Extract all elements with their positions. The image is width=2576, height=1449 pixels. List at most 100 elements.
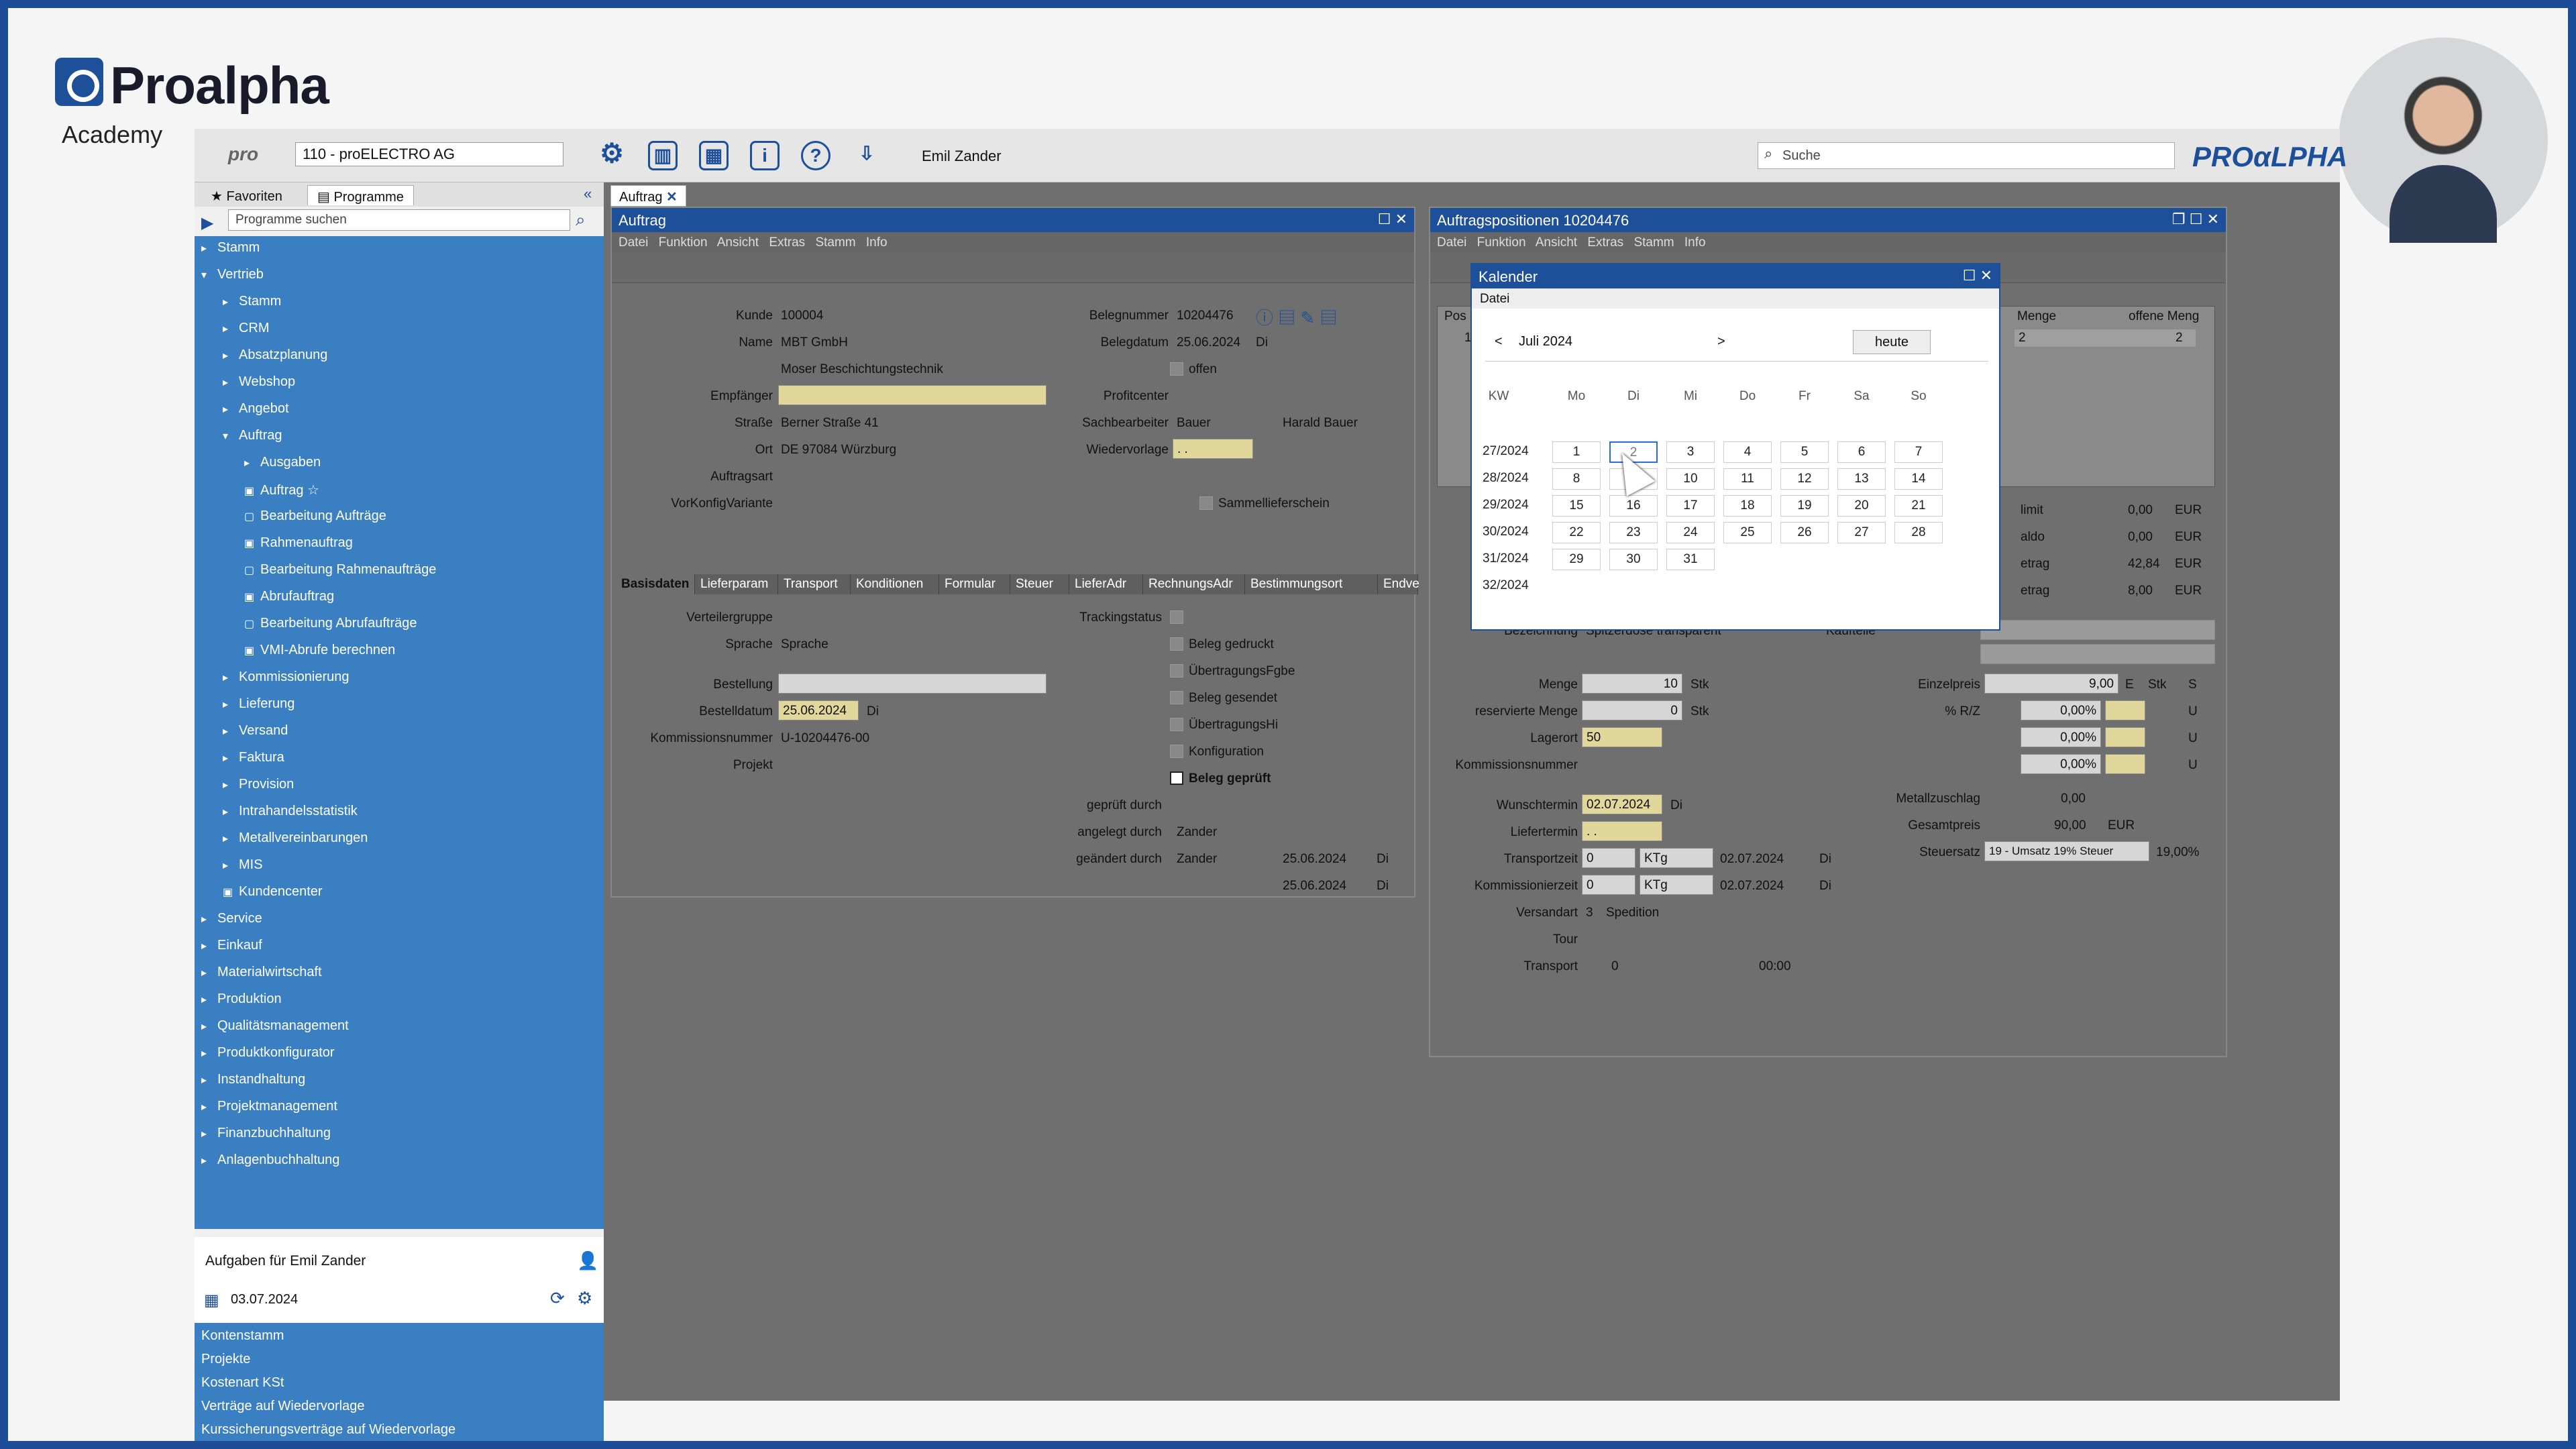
subtab-formular[interactable]: Formular <box>939 574 1010 594</box>
rz-extra-3[interactable] <box>2105 754 2145 774</box>
tree-item[interactable]: ▣ Kundencenter <box>223 884 323 900</box>
tree-item[interactable]: ▢ Bearbeitung Abrufaufträge <box>244 616 417 631</box>
subtab-endve[interactable]: Endve <box>1378 574 1419 594</box>
calendar-day[interactable]: 5 <box>1780 441 1829 463</box>
rz-extra-1[interactable] <box>2105 700 2145 720</box>
liefer-input[interactable]: . . <box>1582 821 1662 841</box>
tree-item[interactable]: ▸ Webshop <box>223 374 295 390</box>
tree-item[interactable]: ▸ Instandhaltung <box>201 1072 305 1087</box>
calendar-day[interactable]: 21 <box>1894 495 1943 517</box>
calendar-day[interactable]: 15 <box>1552 495 1601 517</box>
auftrag-menubar[interactable]: Datei Funktion Ansicht Extras Stamm Info <box>612 232 1414 252</box>
offen-checkbox[interactable] <box>1170 362 1183 376</box>
tree-arrow-icon[interactable]: ▸ <box>201 993 217 1006</box>
calendar-day[interactable]: 20 <box>1837 495 1886 517</box>
open-tab-auftrag[interactable]: Auftrag ✕ <box>610 185 686 207</box>
extra-field-2[interactable] <box>1980 644 2215 664</box>
tree-arrow-icon[interactable]: ▸ <box>223 859 239 872</box>
calendar-day[interactable]: 11 <box>1723 468 1772 490</box>
task-list-item[interactable]: Kurssicherungsverträge auf Wiedervorlage <box>201 1422 455 1438</box>
st-select[interactable]: 19 - Umsatz 19% Steuer <box>1984 841 2149 861</box>
tree-arrow-icon[interactable]: ▸ <box>201 1073 217 1087</box>
tree-arrow-icon[interactable]: ▣ <box>244 590 260 604</box>
value-transport[interactable]: 0 <box>1611 959 1619 974</box>
versandart-nr[interactable]: 3 <box>1586 906 1593 920</box>
tree-arrow-icon[interactable]: ▸ <box>201 241 217 255</box>
bestelldatum-input[interactable]: 25.06.2024 <box>778 700 859 720</box>
tree-arrow-icon[interactable]: ▸ <box>223 295 239 309</box>
calendar-day[interactable]: 26 <box>1780 522 1829 543</box>
calendar-day[interactable]: 28 <box>1894 522 1943 543</box>
calendar-day[interactable]: 4 <box>1723 441 1772 463</box>
sammel-checkbox[interactable] <box>1199 496 1213 510</box>
subtab-rechnungsadr[interactable]: RechnungsAdr <box>1143 574 1245 594</box>
positionen-menubar[interactable]: Datei Funktion Ansicht Extras Stamm Info <box>1430 232 2226 252</box>
tree-arrow-icon[interactable]: ▢ <box>244 510 260 523</box>
tree-item[interactable]: ▸ Einkauf <box>201 938 262 953</box>
value-strasse[interactable]: Berner Straße 41 <box>781 416 879 431</box>
tree-item[interactable]: ▣ Abrufauftrag <box>244 589 334 604</box>
program-search-input[interactable]: Programme suchen <box>228 209 570 231</box>
calendar-day[interactable]: 1 <box>1552 441 1601 463</box>
subtab-konditionen[interactable]: Konditionen <box>851 574 939 594</box>
tab-programme[interactable]: ▤ Programme <box>307 185 414 205</box>
gesendet-checkbox[interactable] <box>1170 691 1183 704</box>
value-sprache[interactable]: Sprache <box>781 637 828 652</box>
calendar-day[interactable]: 19 <box>1780 495 1829 517</box>
tree-arrow-icon[interactable]: ▸ <box>201 1046 217 1060</box>
tree-arrow-icon[interactable]: ▸ <box>201 1100 217 1114</box>
tree-arrow-icon[interactable]: ▣ <box>223 885 239 899</box>
tab-favoriten[interactable]: ★ Favoriten <box>201 185 292 205</box>
refresh-icon[interactable]: ⟳ <box>550 1288 565 1309</box>
tree-arrow-icon[interactable]: ▸ <box>223 322 239 335</box>
menge-input[interactable]: 10 <box>1582 674 1682 694</box>
tree-item[interactable]: ▸ Produktion <box>201 991 282 1007</box>
tree-arrow-icon[interactable]: ▣ <box>244 644 260 657</box>
tree-item[interactable]: ▣ Rahmenauftrag <box>244 535 353 551</box>
tree-item[interactable]: ▣ VMI-Abrufe berechnen <box>244 643 395 658</box>
tree-arrow-icon[interactable]: ▸ <box>244 456 260 470</box>
grid-row-1[interactable] <box>2015 329 2196 347</box>
tree-item[interactable]: ▸ Anlagenbuchhaltung <box>201 1152 339 1168</box>
value-ort[interactable]: DE 97084 Würzburg <box>781 443 896 458</box>
subtab-lieferadr[interactable]: LieferAdr <box>1069 574 1143 594</box>
tree-item[interactable]: ▸ Finanzbuchhaltung <box>201 1126 331 1141</box>
tree-item[interactable]: ▸ Versand <box>223 723 288 739</box>
tree-item[interactable]: ▸ Stamm <box>223 294 281 309</box>
program-search-icon[interactable]: ⌕ <box>576 209 586 231</box>
tree-item[interactable]: ▸ Metallvereinbarungen <box>223 830 368 846</box>
tree-item[interactable]: ▣ Auftrag ☆ <box>244 482 319 498</box>
tree-arrow-icon[interactable]: ▸ <box>223 832 239 845</box>
calendar-day[interactable]: 14 <box>1894 468 1943 490</box>
tree-item[interactable]: ▸ Provision <box>223 777 294 792</box>
rz-input-1[interactable]: 0,00% <box>2021 700 2101 720</box>
subtab-lieferparam[interactable]: Lieferparam <box>695 574 778 594</box>
calendar-day[interactable]: 16 <box>1609 495 1658 517</box>
tree-arrow-icon[interactable]: ▾ <box>201 268 217 282</box>
tree-item[interactable]: ▸ Stamm <box>201 240 260 256</box>
calendar-day[interactable]: 17 <box>1666 495 1715 517</box>
tree-arrow-icon[interactable]: ▸ <box>223 724 239 738</box>
rz-extra-2[interactable] <box>2105 727 2145 747</box>
calendar-day[interactable]: 25 <box>1723 522 1772 543</box>
help-icon[interactable]: ? <box>801 141 830 170</box>
user-icon[interactable]: 👤 <box>577 1250 598 1271</box>
tree-arrow-icon[interactable]: ▢ <box>244 564 260 577</box>
tree-arrow-icon[interactable]: ▸ <box>201 1020 217 1033</box>
tree-arrow-icon[interactable]: ▣ <box>244 537 260 550</box>
task-list-item[interactable]: Projekte <box>201 1352 250 1367</box>
collapse-panel-icon[interactable]: « <box>584 185 592 203</box>
tree-item[interactable]: ▾ Auftrag <box>223 428 282 443</box>
tree-arrow-icon[interactable]: ▸ <box>223 671 239 684</box>
value-kommnr[interactable]: U-10204476-00 <box>781 731 869 746</box>
tree-arrow-icon[interactable]: ▸ <box>201 1127 217 1140</box>
res-input[interactable]: 0 <box>1582 700 1682 720</box>
tracking-checkbox[interactable] <box>1170 610 1183 624</box>
close-icon[interactable]: ✕ <box>2207 211 2219 227</box>
calendar-day[interactable]: 13 <box>1837 468 1886 490</box>
gedruckt-checkbox[interactable] <box>1170 637 1183 651</box>
logout-icon[interactable]: ⇩ <box>852 141 881 170</box>
settings-gear-icon[interactable]: ⚙ <box>597 140 627 170</box>
tree-arrow-icon[interactable]: ▸ <box>223 349 239 362</box>
company-select[interactable]: 110 - proELECTRO AG <box>295 142 564 166</box>
